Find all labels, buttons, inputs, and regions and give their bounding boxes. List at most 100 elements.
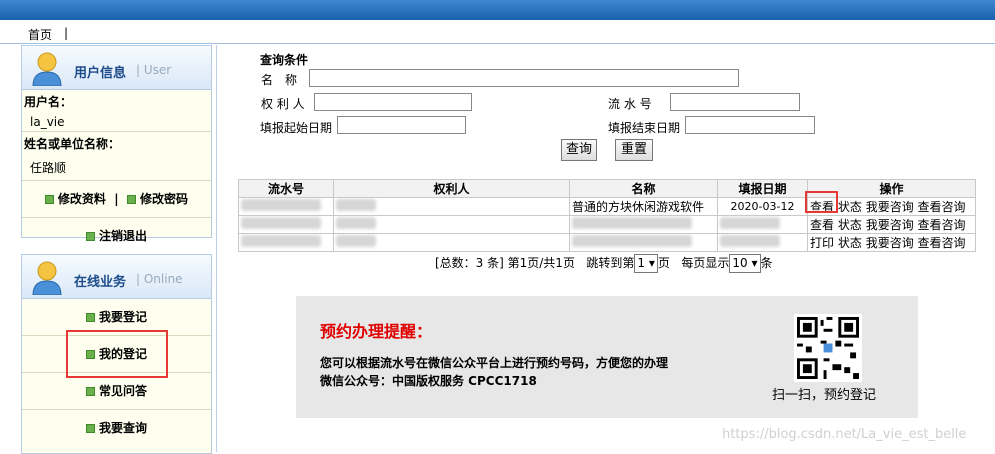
name-cell-redacted <box>569 215 718 234</box>
actions-cell: 打印 状态 我要咨询 查看咨询 <box>807 233 976 252</box>
end-date-input[interactable] <box>685 116 815 134</box>
search-button[interactable]: 查询 <box>561 139 597 161</box>
name-value: 任路顺 <box>22 155 211 181</box>
table-row: 普通的方块休闲游戏软件 2020-03-12 查看 状态 我要咨询 查看咨询 <box>238 197 976 216</box>
column-header: 填报日期 <box>717 179 808 198</box>
menu-item-faq[interactable]: 常见问答 <box>22 373 211 410</box>
table-row: 打印 状态 我要咨询 查看咨询 <box>238 233 976 252</box>
pager-page-unit: 页 <box>657 256 670 270</box>
serial-cell-redacted <box>238 197 334 216</box>
name-input[interactable] <box>309 69 739 87</box>
serial-field-label: 流 水 号 <box>608 97 652 111</box>
change-password-link[interactable]: 修改密码 <box>140 192 188 206</box>
qr-caption: 扫一扫，预约登记 <box>772 388 877 403</box>
top-banner <box>0 0 995 20</box>
bullet-icon <box>85 424 95 433</box>
column-header: 流水号 <box>238 179 334 198</box>
nav-bar: 首页 | <box>0 20 995 44</box>
sidebar: 用户信息 | User 用户名： la_vie 姓名或单位名称： 任路顺 修改资… <box>0 45 217 454</box>
notice-title: 预约办理提醒： <box>320 322 433 341</box>
nav-separator: | <box>64 26 69 40</box>
serial-cell-redacted <box>238 215 334 234</box>
logout-link[interactable]: 注销退出 <box>99 229 147 243</box>
edit-profile-link[interactable]: 修改资料 <box>58 192 106 206</box>
chevron-down-icon: ▾ <box>648 256 655 270</box>
username-value: la_vie <box>22 113 211 132</box>
account-links-row: 修改资料 | 修改密码 <box>22 181 211 218</box>
name-cell: 普通的方块休闲游戏软件 <box>569 197 718 216</box>
start-date-input[interactable] <box>337 116 466 134</box>
online-business-header: 在线业务 | Online <box>22 255 211 299</box>
pagination: [总数：3 条] 第1页/共1页 跳转到第 1 ▾ 页 每页显示 10 ▾ 条 <box>435 254 773 273</box>
redacted-block <box>720 235 780 247</box>
menu-item-query[interactable]: 我要查询 <box>22 410 211 447</box>
date-cell-redacted <box>717 215 808 234</box>
user-avatar-icon <box>32 52 62 86</box>
owner-input[interactable] <box>314 93 472 111</box>
action-view-consult-link[interactable]: 查看咨询 <box>918 218 966 232</box>
date-cell-redacted <box>717 233 808 252</box>
qr-code-icon <box>794 314 862 382</box>
logout-row: 注销退出 <box>22 218 211 255</box>
column-header: 名称 <box>569 179 718 198</box>
action-view-consult-link[interactable]: 查看咨询 <box>918 200 966 214</box>
action-consult-link[interactable]: 我要咨询 <box>866 200 914 214</box>
reset-button[interactable]: 重置 <box>615 139 653 161</box>
action-consult-link[interactable]: 我要咨询 <box>866 218 914 232</box>
owner-field-label: 权 利 人 <box>261 97 305 111</box>
menu-item-label: 我要登记 <box>98 310 147 324</box>
per-page-select[interactable]: 10 ▾ <box>729 254 761 273</box>
query-section-title: 查询条件 <box>260 53 309 67</box>
action-status-link[interactable]: 状态 <box>838 218 862 232</box>
end-date-label: 填报结束日期 <box>608 121 681 135</box>
redacted-block <box>336 217 376 229</box>
owner-cell-redacted <box>333 233 570 252</box>
reservation-notice: 预约办理提醒： 您可以根据流水号在微信公众平台上进行预约号码，方便您的办理 微信… <box>296 296 918 418</box>
table-header-row: 流水号 权利人 名称 填报日期 操作 <box>238 179 976 198</box>
bullet-icon <box>85 232 95 241</box>
column-header: 权利人 <box>333 179 570 198</box>
serial-input[interactable] <box>670 93 800 111</box>
bullet-icon <box>85 387 95 396</box>
redacted-block <box>241 199 321 211</box>
results-table: 流水号 权利人 名称 填报日期 操作 普通的方块休闲游戏软件 2020-03-1… <box>238 179 976 252</box>
chevron-down-icon: ▾ <box>751 256 758 270</box>
actions-cell: 查看 状态 我要咨询 查看咨询 <box>807 215 976 234</box>
action-status-link[interactable]: 状态 <box>838 236 862 250</box>
action-view-consult-link[interactable]: 查看咨询 <box>918 236 966 250</box>
redacted-block <box>336 235 376 247</box>
nav-home-link[interactable]: 首页 <box>28 26 52 43</box>
pager-per-page-label: 每页显示 <box>681 256 730 270</box>
online-business-title-en: | Online <box>136 272 183 286</box>
table-row: 查看 状态 我要咨询 查看咨询 <box>238 215 976 234</box>
pager-total: [总数：3 条] 第1页/共1页 <box>435 256 575 270</box>
name-cell-redacted <box>569 233 718 252</box>
user-info-title-en: | User <box>136 63 172 77</box>
pager-per-page-unit: 条 <box>760 256 773 270</box>
name-field-label: 名 称 <box>261 73 298 87</box>
highlight-box-view <box>805 191 838 213</box>
bullet-icon <box>127 195 137 204</box>
action-view-link[interactable]: 查看 <box>810 218 834 232</box>
action-status-link[interactable]: 状态 <box>838 200 862 214</box>
bullet-icon <box>85 313 95 322</box>
user-info-panel: 用户信息 | User 用户名： la_vie 姓名或单位名称： 任路顺 修改资… <box>21 45 212 243</box>
bullet-icon <box>44 195 54 204</box>
redacted-block <box>572 217 692 229</box>
owner-cell-redacted <box>333 197 570 216</box>
username-label: 用户名： <box>24 95 73 109</box>
notice-text-line1: 您可以根据流水号在微信公众平台上进行预约号码，方便您的办理 <box>320 356 669 370</box>
action-consult-link[interactable]: 我要咨询 <box>866 236 914 250</box>
redacted-block <box>572 235 692 247</box>
user-avatar-icon <box>32 261 62 295</box>
start-date-label: 填报起始日期 <box>260 121 333 135</box>
redacted-block <box>720 217 780 229</box>
highlight-box-my-registrations <box>66 330 168 378</box>
redacted-block <box>336 199 376 211</box>
per-page-select-value: 10 <box>732 256 748 270</box>
menu-item-label: 我要查询 <box>98 421 147 435</box>
date-cell: 2020-03-12 <box>717 197 808 216</box>
action-print-link[interactable]: 打印 <box>810 236 834 250</box>
page-select[interactable]: 1 ▾ <box>634 254 658 273</box>
page-select-value: 1 <box>637 256 646 270</box>
